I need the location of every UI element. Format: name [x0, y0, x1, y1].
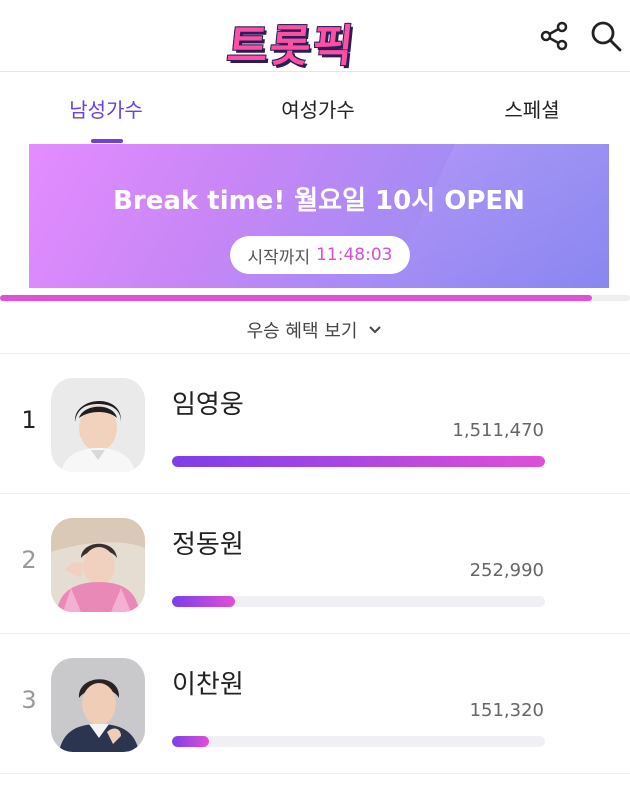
tab-special[interactable]: 스페셜: [472, 72, 592, 144]
ranking-row[interactable]: 2 정동원 252,990: [0, 494, 630, 634]
app-header: 트롯픽: [0, 0, 630, 72]
tab-female-singers[interactable]: 여성가수: [258, 72, 378, 144]
vote-bar-fill: [172, 456, 545, 467]
avatar: [51, 658, 145, 752]
tab-male-singers[interactable]: 남성가수: [46, 72, 166, 144]
search-icon: [591, 21, 622, 52]
countdown-time: 11:48:03: [316, 245, 393, 265]
countdown-label: 시작까지: [247, 247, 311, 268]
progress-bar: [0, 295, 630, 301]
avatar: [51, 518, 145, 612]
vote-count: 252,990: [469, 560, 544, 581]
ranking-row[interactable]: 1 임영웅 1,511,470: [0, 354, 630, 494]
vote-bar-fill: [172, 596, 236, 607]
vote-bar: [172, 736, 545, 747]
vote-bar: [172, 596, 545, 607]
rank-number: 2: [21, 546, 37, 574]
singer-name: 임영웅: [172, 390, 244, 420]
avatar: [51, 378, 145, 472]
vote-count: 151,320: [469, 700, 544, 721]
benefit-label: 우승 혜택 보기: [246, 320, 358, 342]
winner-benefit-toggle[interactable]: 우승 혜택 보기: [0, 306, 630, 354]
vote-bar: [172, 456, 545, 467]
category-tabs: 남성가수 여성가수 스페셜: [0, 72, 630, 144]
share-icon: [540, 21, 568, 51]
vote-count: 1,511,470: [452, 420, 544, 441]
active-tab-indicator: [91, 139, 123, 143]
singer-name: 정동원: [172, 530, 244, 560]
vote-bar-fill: [172, 736, 210, 747]
countdown-pill: 시작까지 11:48:03: [230, 236, 410, 274]
break-time-banner: Break time! 월요일 10시 OPEN 시작까지 11:48:03: [29, 144, 609, 288]
ranking-row[interactable]: 3 이찬원 151,320: [0, 634, 630, 774]
progress-fill: [0, 295, 593, 301]
rank-number: 3: [21, 686, 37, 714]
rank-number: 1: [21, 406, 37, 434]
chevron-down-icon: [369, 325, 382, 333]
share-button[interactable]: [536, 18, 572, 54]
search-button[interactable]: [588, 18, 624, 54]
banner-title: Break time! 월요일 10시 OPEN: [113, 186, 525, 216]
logo[interactable]: 트롯픽: [225, 12, 358, 72]
logo-text: 트롯픽: [224, 21, 358, 72]
singer-name: 이찬원: [172, 670, 244, 700]
